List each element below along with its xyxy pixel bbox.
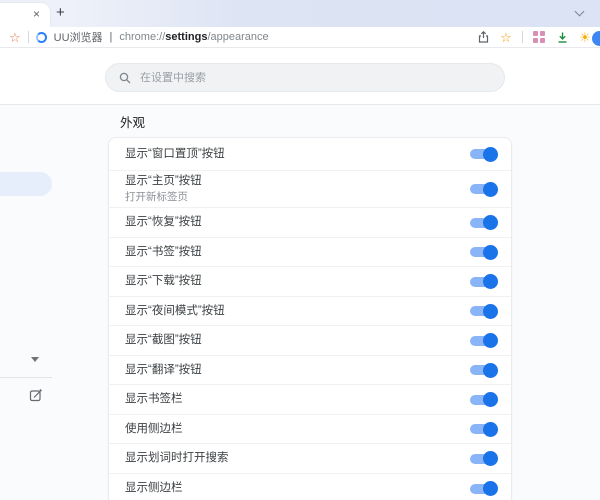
toggle-knob xyxy=(483,181,498,197)
toggle-switch[interactable] xyxy=(470,333,498,348)
row-label: 使用侧边栏 xyxy=(125,422,183,435)
brand-label: UU浏览器 xyxy=(53,32,103,44)
url-separator: | xyxy=(109,31,113,43)
sidebar-divider xyxy=(0,377,52,378)
extensions-grid-icon[interactable] xyxy=(532,30,546,44)
toggle-knob xyxy=(483,481,498,496)
chevron-down-icon[interactable] xyxy=(575,8,583,16)
toggle-knob xyxy=(483,333,498,348)
edge-profile-icon[interactable] xyxy=(592,31,600,46)
row-label: 显示“夜间模式”按钮 xyxy=(125,304,225,317)
row-sublabel: 打开新标签页 xyxy=(125,191,188,203)
row-label: 显示“主页”按钮 xyxy=(125,175,202,187)
settings-search-band xyxy=(0,48,600,105)
row-label: 显示“窗口置顶”按钮 xyxy=(125,147,225,160)
settings-row: 显示“翻译”按钮 xyxy=(109,356,511,385)
compose-icon[interactable] xyxy=(29,388,43,402)
settings-row: 显示“截图”按钮 xyxy=(109,326,511,356)
browser-logo-icon xyxy=(35,31,47,43)
row-label: 显示侧边栏 xyxy=(125,482,183,494)
settings-row: 使用侧边栏 xyxy=(109,415,511,444)
url-suffix: /appearance xyxy=(207,31,269,43)
new-tab-button[interactable]: + xyxy=(56,5,65,21)
settings-row: 显示侧边栏 xyxy=(109,474,511,500)
toggle-switch[interactable] xyxy=(470,362,498,378)
url-settings-segment: settings xyxy=(165,31,208,43)
toggle-knob xyxy=(483,215,498,230)
row-label: 显示划词时打开搜索 xyxy=(125,452,229,464)
theme-sun-icon[interactable]: ☀ xyxy=(578,30,592,44)
row-label: 显示“恢复”按钮 xyxy=(125,216,202,228)
settings-row: 显示“恢复”按钮 xyxy=(109,208,511,238)
toggle-switch[interactable] xyxy=(470,244,498,260)
toggle-knob xyxy=(483,303,498,319)
page-title: 外观 xyxy=(120,116,146,130)
settings-row: 显示划词时打开搜索 xyxy=(109,444,511,474)
settings-row: 显示书签栏 xyxy=(109,385,511,415)
favorite-star-icon[interactable]: ☆ xyxy=(499,30,513,44)
row-label: 显示“截图”按钮 xyxy=(125,334,202,346)
settings-card: 显示“窗口置顶”按钮 显示“主页”按钮 打开新标签页 显示“恢复”按钮 显示“书… xyxy=(108,137,512,500)
toggle-switch[interactable] xyxy=(470,481,498,496)
row-label: 显示书签栏 xyxy=(125,393,183,405)
settings-main: 外观 显示“窗口置顶”按钮 显示“主页”按钮 打开新标签页 显示“恢复”按钮 显… xyxy=(0,105,600,500)
settings-row: 显示“夜间模式”按钮 xyxy=(109,297,511,326)
settings-row: 显示“窗口置顶”按钮 xyxy=(109,138,511,171)
search-icon xyxy=(119,72,131,83)
toggle-switch[interactable] xyxy=(470,303,498,319)
toggle-knob xyxy=(483,146,498,162)
toggle-switch[interactable] xyxy=(470,181,498,197)
toggle-knob xyxy=(483,244,498,260)
row-label: 显示“书签”按钮 xyxy=(125,245,202,258)
toggle-switch[interactable] xyxy=(470,146,498,162)
search-input[interactable] xyxy=(140,71,491,84)
share-icon[interactable] xyxy=(476,30,490,44)
search-box[interactable] xyxy=(105,63,505,92)
toolbar-separator xyxy=(27,31,29,43)
tab-close-icon[interactable]: × xyxy=(33,8,40,20)
address-url[interactable]: chrome://settings/appearance xyxy=(119,31,268,43)
settings-row: 显示“下载”按钮 xyxy=(109,267,511,297)
active-tab[interactable] xyxy=(0,3,50,27)
settings-row: 显示“书签”按钮 xyxy=(109,238,511,267)
toggle-knob xyxy=(483,451,498,466)
caret-down-icon[interactable] xyxy=(31,357,39,362)
toolbar-star-icon[interactable]: ☆ xyxy=(9,31,21,44)
row-label: 显示“下载”按钮 xyxy=(125,275,202,287)
toolbar: ☆ UU浏览器 | chrome://settings/appearance ☆… xyxy=(0,27,600,48)
url-prefix: chrome:// xyxy=(119,31,166,43)
toggle-switch[interactable] xyxy=(470,451,498,466)
toggle-switch[interactable] xyxy=(470,392,498,407)
toggle-knob xyxy=(483,274,498,289)
row-label: 显示“翻译”按钮 xyxy=(125,363,202,376)
toggle-knob xyxy=(483,392,498,407)
toggle-switch[interactable] xyxy=(470,421,498,437)
toggle-switch[interactable] xyxy=(470,274,498,289)
download-icon[interactable] xyxy=(555,30,569,44)
toggle-knob xyxy=(483,421,498,437)
toolbar-right-separator xyxy=(522,31,523,43)
sidebar-highlight-pill xyxy=(0,172,52,196)
tab-bar: × + xyxy=(0,0,600,27)
toggle-switch[interactable] xyxy=(470,215,498,230)
settings-row: 显示“主页”按钮 打开新标签页 xyxy=(109,171,511,208)
toggle-knob xyxy=(483,362,498,378)
